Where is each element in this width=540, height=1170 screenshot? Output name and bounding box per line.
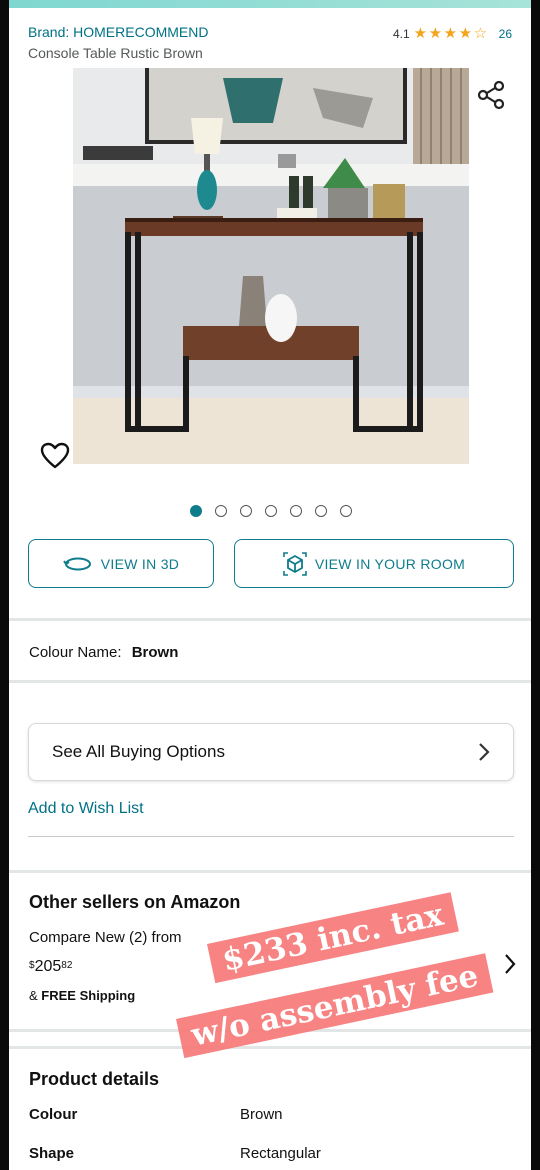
add-to-wish-list-link[interactable]: Add to Wish List xyxy=(28,800,144,818)
star-outline-icon: ☆ xyxy=(473,25,488,42)
review-count[interactable]: 26 xyxy=(499,27,512,41)
view-in-room-button[interactable]: VIEW IN YOUR ROOM xyxy=(234,539,514,588)
divider xyxy=(9,618,531,621)
colour-value: Brown xyxy=(131,644,179,661)
shipping-prefix: & xyxy=(29,988,38,1003)
other-sellers-title: Other sellers on Amazon xyxy=(29,892,241,912)
rotate-3d-icon xyxy=(62,557,91,570)
star-icon: ★ xyxy=(443,25,458,42)
free-shipping-label: FREE Shipping xyxy=(41,988,136,1003)
chevron-right-icon[interactable] xyxy=(503,953,517,975)
price-currency: $ xyxy=(29,960,35,971)
divider xyxy=(28,836,514,837)
pagination-dot[interactable] xyxy=(190,505,202,517)
detail-value: Brown xyxy=(240,1106,283,1123)
view-in-room-label: VIEW IN YOUR ROOM xyxy=(314,555,466,572)
view-in-3d-button[interactable]: VIEW IN 3D xyxy=(28,539,214,588)
star-icon: ★ xyxy=(413,25,428,42)
product-image[interactable] xyxy=(73,68,469,464)
pagination-dot[interactable] xyxy=(265,505,277,517)
divider xyxy=(9,870,531,873)
see-all-buying-options-button[interactable]: See All Buying Options xyxy=(28,723,514,781)
price-cents: 82 xyxy=(61,960,73,971)
star-icon: ★ xyxy=(428,25,443,42)
top-strip xyxy=(9,0,531,8)
star-icon: ★ xyxy=(458,25,473,42)
shipping-info: & FREE Shipping xyxy=(29,988,135,1003)
other-sellers-price[interactable]: $20582 xyxy=(29,958,72,976)
colour-label: Colour Name: xyxy=(29,644,122,661)
product-page: Brand: HOMERECOMMEND Console Table Rusti… xyxy=(9,0,531,1170)
detail-value: Rectangular xyxy=(240,1145,321,1162)
detail-key: Colour xyxy=(29,1106,78,1123)
image-pagination[interactable] xyxy=(190,505,352,517)
pagination-dot[interactable] xyxy=(340,505,352,517)
see-all-buying-options-label: See All Buying Options xyxy=(52,742,225,761)
ar-cube-icon xyxy=(283,551,307,576)
heart-icon[interactable] xyxy=(39,440,71,472)
price-whole: 205 xyxy=(34,958,62,975)
chevron-right-icon xyxy=(479,743,490,761)
product-details-title: Product details xyxy=(29,1069,160,1089)
pagination-dot[interactable] xyxy=(215,505,227,517)
compare-new-link[interactable]: Compare New (2) from xyxy=(29,929,182,946)
share-icon[interactable] xyxy=(477,80,507,110)
rating[interactable]: 4.1 ★ ★ ★ ★ ☆ 26 xyxy=(392,25,512,42)
brand-link[interactable]: Brand: HOMERECOMMEND xyxy=(28,24,208,40)
divider xyxy=(9,1046,531,1049)
rating-value: 4.1 xyxy=(392,27,410,41)
detail-key: Shape xyxy=(29,1145,75,1162)
divider xyxy=(9,680,531,683)
pagination-dot[interactable] xyxy=(290,505,302,517)
view-in-3d-label: VIEW IN 3D xyxy=(100,555,180,572)
product-title: Console Table Rustic Brown xyxy=(28,45,203,61)
pagination-dot[interactable] xyxy=(315,505,327,517)
rating-stars: ★ ★ ★ ★ ☆ xyxy=(413,25,489,42)
colour-name: Colour Name: Brown xyxy=(29,644,178,661)
pagination-dot[interactable] xyxy=(240,505,252,517)
